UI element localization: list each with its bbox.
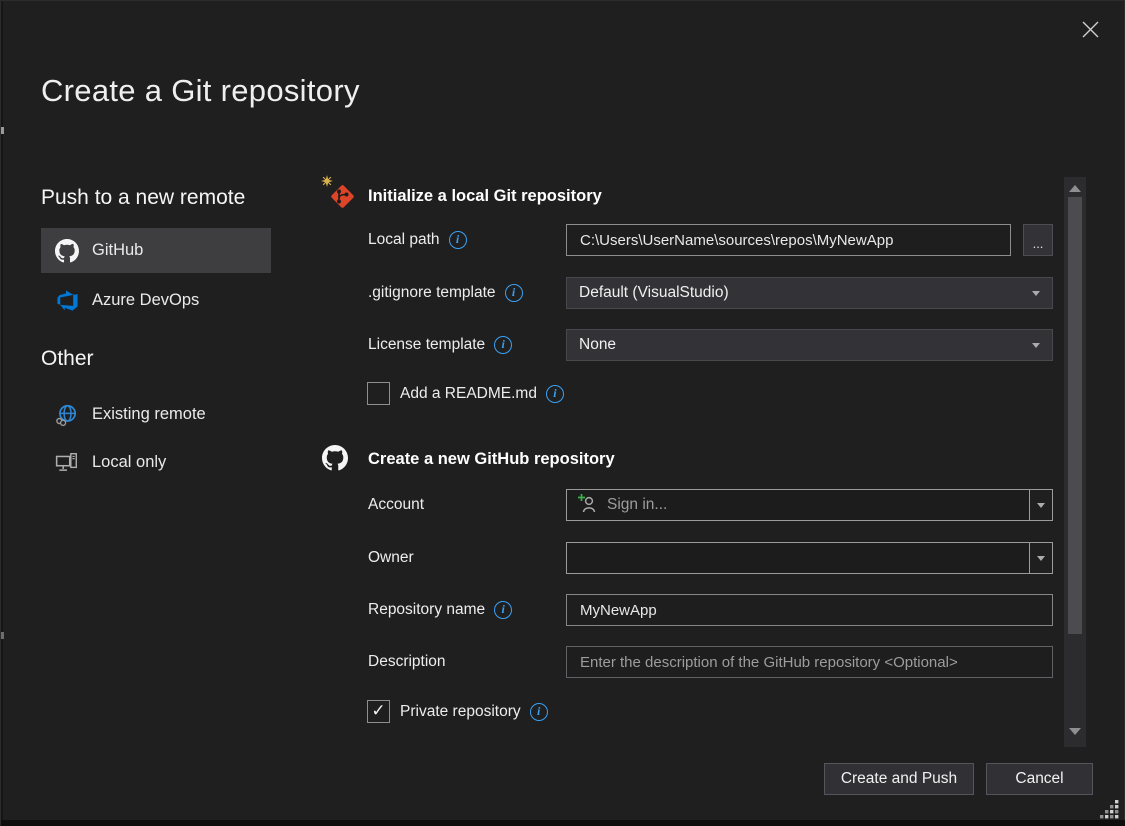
license-label-row: License template i [368,329,512,360]
sidebar-item-local-only[interactable]: Local only [41,440,271,485]
browse-button[interactable]: ... [1023,224,1053,256]
private-repo-label: Private repository [400,703,521,721]
dialog-title: Create a Git repository [41,73,360,109]
readme-label-row: Add a README.md i [400,382,564,405]
sidebar-item-label: Azure DevOps [92,291,199,310]
owner-dropdown-button[interactable] [1029,543,1052,573]
add-user-icon [576,493,598,518]
license-selected-value: None [579,336,616,354]
sidebar-item-label: GitHub [92,241,143,260]
scroll-up-button[interactable] [1064,179,1086,197]
account-label: Account [368,496,424,514]
description-input[interactable] [566,646,1053,678]
private-repo-label-row: Private repository i [400,700,548,723]
sidebar-item-github[interactable]: GitHub [41,228,271,273]
scroll-down-button[interactable] [1064,722,1086,740]
cancel-button[interactable]: Cancel [986,763,1093,795]
check-icon: ✓ [371,702,385,719]
local-path-label-row: Local path i [368,224,467,255]
github-icon [322,445,348,471]
owner-label: Owner [368,549,414,567]
close-icon [1081,20,1100,44]
window-edge-tick [1,632,4,639]
triangle-up-icon [1069,185,1081,192]
window-bottom-edge [1,820,1125,826]
local-path-input[interactable] [566,224,1011,256]
gitignore-dropdown[interactable]: Default (VisualStudio) [566,277,1053,309]
window-left-edge [1,1,3,826]
sidebar-item-label: Existing remote [92,405,206,424]
account-combo[interactable]: Sign in... [566,489,1053,521]
gitignore-label: .gitignore template [368,284,496,302]
description-label-row: Description [368,646,446,677]
info-icon[interactable]: i [494,601,512,619]
local-path-label: Local path [368,231,440,249]
account-dropdown-button[interactable] [1029,490,1052,520]
sidebar-heading-push-remote: Push to a new remote [41,186,245,210]
license-dropdown[interactable]: None [566,329,1053,361]
chevron-down-icon [1037,503,1045,508]
repo-name-label: Repository name [368,601,485,619]
vertical-scrollbar[interactable] [1064,177,1086,747]
owner-label-row: Owner [368,542,414,573]
new-git-repo-icon [321,175,359,213]
azure-devops-icon [55,289,79,313]
chevron-down-icon [1032,291,1040,296]
scrollbar-thumb[interactable] [1068,197,1082,634]
globe-link-icon [55,403,79,427]
section-heading-create-github: Create a new GitHub repository [368,450,615,469]
window-edge-tick [1,127,4,134]
account-label-row: Account [368,489,424,520]
triangle-down-icon [1069,728,1081,735]
info-icon[interactable]: i [505,284,523,302]
section-heading-init-local: Initialize a local Git repository [368,187,602,206]
sidebar-item-azure-devops[interactable]: Azure DevOps [41,278,271,323]
close-button[interactable] [1073,15,1107,49]
private-repo-checkbox[interactable]: ✓ [367,700,390,723]
sidebar-item-existing-remote[interactable]: Existing remote [41,392,271,437]
sidebar-heading-other: Other [41,347,94,371]
repo-name-input[interactable] [566,594,1053,626]
readme-label: Add a README.md [400,385,537,403]
info-icon[interactable]: i [449,231,467,249]
info-icon[interactable]: i [530,703,548,721]
repo-name-label-row: Repository name i [368,594,512,625]
account-combo-value-area[interactable]: Sign in... [567,490,1029,520]
resize-grip[interactable] [1098,798,1120,820]
owner-combo-value-area[interactable] [567,543,1029,573]
owner-combo[interactable] [566,542,1053,574]
create-git-repo-dialog: Create a Git repository Push to a new re… [0,0,1125,825]
gitignore-selected-value: Default (VisualStudio) [579,284,729,302]
chevron-down-icon [1037,556,1045,561]
gitignore-label-row: .gitignore template i [368,277,523,308]
create-and-push-button[interactable]: Create and Push [824,763,974,795]
account-signin-value: Sign in... [607,496,667,514]
sidebar-item-label: Local only [92,453,166,472]
info-icon[interactable]: i [494,336,512,354]
readme-checkbox[interactable] [367,382,390,405]
license-label: License template [368,336,485,354]
description-label: Description [368,653,446,671]
chevron-down-icon [1032,343,1040,348]
computer-icon [55,451,79,475]
github-icon [55,239,79,263]
info-icon[interactable]: i [546,385,564,403]
